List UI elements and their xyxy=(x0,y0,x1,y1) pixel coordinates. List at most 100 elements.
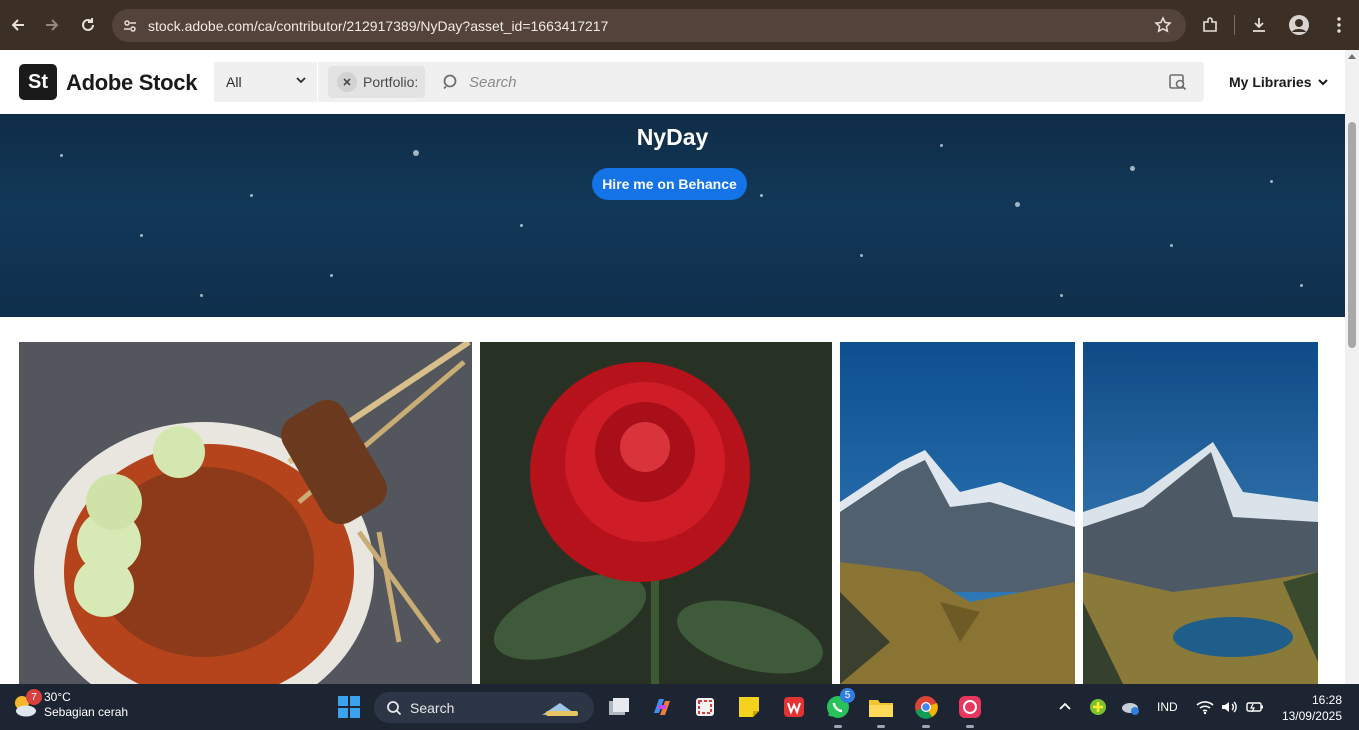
language-label: IND xyxy=(1157,700,1178,714)
volume-control[interactable] xyxy=(1220,684,1238,730)
whatsapp-app[interactable]: 5 xyxy=(823,688,855,728)
banner-star xyxy=(1015,202,1020,207)
running-indicator xyxy=(922,725,930,728)
mountain-valley-image xyxy=(840,342,1075,684)
creative-cloud-app[interactable] xyxy=(955,692,985,728)
my-libraries-button[interactable]: My Libraries xyxy=(1229,74,1329,90)
category-dropdown[interactable]: All xyxy=(214,62,318,102)
search-icon xyxy=(443,74,457,90)
satay-curry-image xyxy=(19,342,472,684)
chevron-up-icon xyxy=(1059,702,1071,710)
weather-badge: 7 xyxy=(26,689,42,705)
arrow-right-icon xyxy=(46,19,59,31)
running-indicator xyxy=(966,725,974,728)
task-view-button[interactable] xyxy=(604,692,634,722)
back-button[interactable] xyxy=(0,7,36,43)
copilot-icon xyxy=(654,699,670,715)
language-indicator[interactable]: IND xyxy=(1157,684,1178,730)
reload-icon xyxy=(82,18,94,31)
gallery-image-rose[interactable] xyxy=(480,342,832,684)
file-explorer-app[interactable] xyxy=(866,692,896,728)
chevron-down-icon xyxy=(296,77,306,84)
portfolio-filter-chip: Portfolio: xyxy=(328,66,425,98)
chrome-icon xyxy=(915,696,938,719)
windows-logo-icon xyxy=(338,696,360,718)
extensions-icon[interactable] xyxy=(1190,5,1230,45)
logo-text[interactable]: Adobe Stock xyxy=(66,70,197,96)
speaker-icon xyxy=(1222,701,1237,713)
search-highlight-icon xyxy=(542,703,578,716)
search-input[interactable]: Search xyxy=(469,74,517,91)
sticky-notes-icon xyxy=(739,697,759,717)
gallery-image-food[interactable] xyxy=(19,342,472,684)
banner-star xyxy=(1060,294,1063,297)
wifi-icon xyxy=(1196,701,1214,715)
chip-label: Portfolio: xyxy=(363,74,419,90)
creative-cloud-icon xyxy=(959,696,981,718)
site-settings-icon[interactable] xyxy=(112,18,148,34)
task-view-icon xyxy=(609,698,629,715)
banner-star xyxy=(1130,166,1135,171)
reload-button[interactable] xyxy=(70,7,106,43)
arrow-left-icon xyxy=(11,19,24,31)
banner-star xyxy=(250,194,253,197)
banner-star xyxy=(200,294,203,297)
chrome-app[interactable] xyxy=(911,692,941,728)
profile-avatar[interactable] xyxy=(1279,5,1319,45)
search-bar: All Portfolio: Search xyxy=(214,62,1204,102)
temperature: 30°C xyxy=(44,690,71,704)
category-value: All xyxy=(226,74,242,90)
banner-star xyxy=(760,194,763,197)
chevron-down-icon xyxy=(1318,79,1329,86)
whatsapp-badge: 5 xyxy=(840,688,855,703)
browser-menu-icon[interactable] xyxy=(1319,5,1359,45)
copilot-app[interactable] xyxy=(647,692,677,722)
banner-star xyxy=(330,274,333,277)
scrollbar-thumb[interactable] xyxy=(1348,122,1356,348)
running-indicator xyxy=(834,725,842,728)
adobe-stock-logo[interactable]: St xyxy=(19,64,57,100)
onedrive-status[interactable] xyxy=(1121,684,1141,730)
wps-office-icon xyxy=(784,697,804,717)
network-status[interactable] xyxy=(1196,684,1214,730)
banner-star xyxy=(60,154,63,157)
gallery-image-mountain-1[interactable] xyxy=(840,342,1075,684)
wps-office-app[interactable] xyxy=(779,692,809,722)
banner-star xyxy=(1270,180,1273,183)
weather-description: Sebagian cerah xyxy=(44,705,129,719)
remove-filter-icon[interactable] xyxy=(337,72,357,92)
hire-me-button[interactable]: Hire me on Behance xyxy=(592,168,747,200)
red-rose-image xyxy=(480,342,832,684)
bookmark-star-icon[interactable] xyxy=(1154,16,1172,39)
cloud-sync-icon xyxy=(1122,703,1139,715)
forward-button[interactable] xyxy=(34,7,70,43)
url-text: stock.adobe.com/ca/contributor/212917389… xyxy=(148,17,609,34)
browser-toolbar: stock.adobe.com/ca/contributor/212917389… xyxy=(0,0,1359,50)
system-clock[interactable]: 16:28 13/09/2025 xyxy=(1282,692,1342,724)
windows-taskbar: 7 30°C Sebagian cerah Search 5 IND 16:28… xyxy=(0,684,1359,730)
running-indicator xyxy=(877,725,885,728)
banner-star xyxy=(860,254,863,257)
clock-date: 13/09/2025 xyxy=(1281,709,1342,723)
battery-status[interactable] xyxy=(1245,684,1265,730)
visual-search-icon[interactable] xyxy=(1168,72,1188,92)
banner-star xyxy=(1170,244,1173,247)
address-bar[interactable]: stock.adobe.com/ca/contributor/212917389… xyxy=(112,9,1186,42)
show-hidden-icons[interactable] xyxy=(1057,684,1073,730)
weather-widget[interactable]: 7 30°C Sebagian cerah xyxy=(10,689,129,720)
taskbar-search[interactable]: Search xyxy=(374,692,594,723)
download-icon[interactable] xyxy=(1239,5,1279,45)
partly-cloudy-icon: 7 xyxy=(10,689,42,719)
libraries-label: My Libraries xyxy=(1229,74,1312,90)
tray-app[interactable] xyxy=(1089,684,1107,730)
tray-plus-icon xyxy=(1090,699,1106,715)
start-button[interactable] xyxy=(337,695,361,724)
page-scrollbar[interactable] xyxy=(1345,50,1359,684)
sticky-notes-app[interactable] xyxy=(734,692,764,722)
folder-icon xyxy=(869,700,893,717)
snipping-tool-app[interactable] xyxy=(690,692,720,722)
scroll-up-arrow[interactable] xyxy=(1348,54,1356,59)
mountain-lake-image xyxy=(1083,342,1318,684)
site-header: St Adobe Stock All Portfolio: Search My … xyxy=(0,50,1345,114)
gallery-image-mountain-2[interactable] xyxy=(1083,342,1318,684)
